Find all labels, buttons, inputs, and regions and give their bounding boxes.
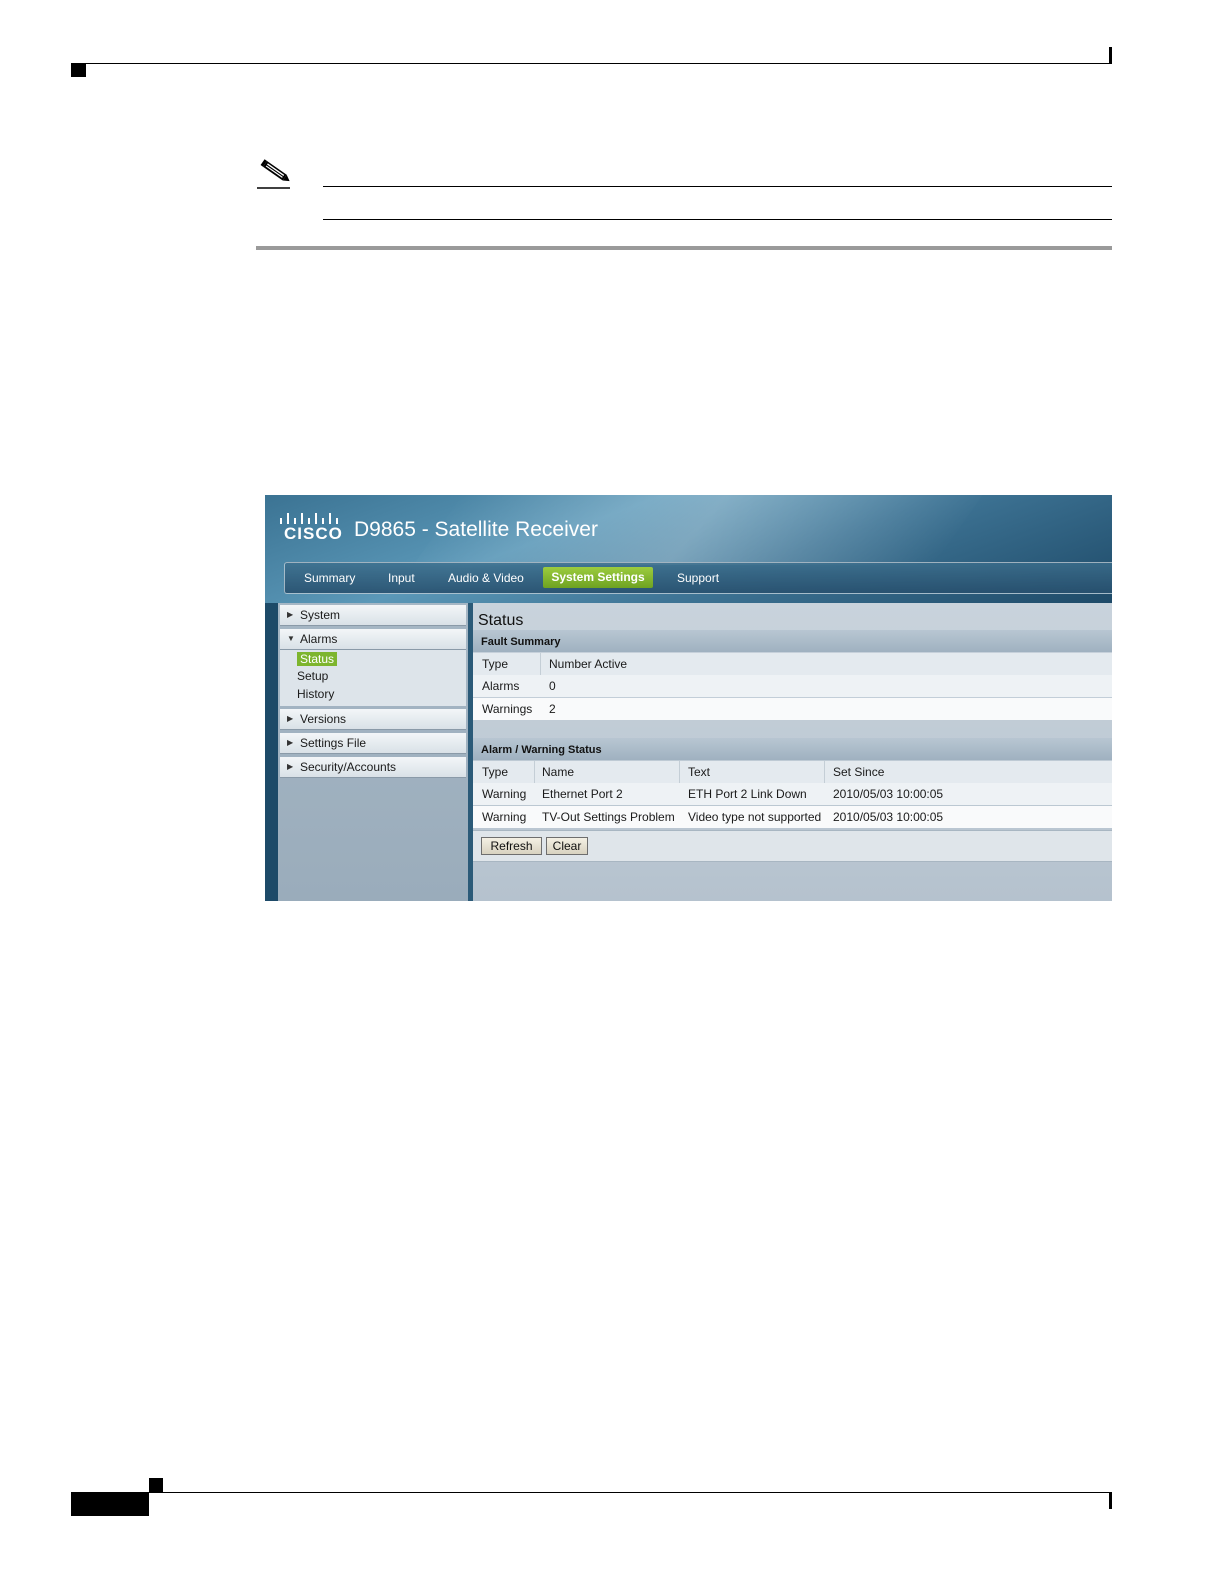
footer-block: [71, 1493, 149, 1516]
sidebar-item-label: Settings File: [300, 736, 367, 750]
header-rule: [71, 63, 1112, 64]
alarm-status-header: Alarm / Warning Status: [473, 738, 1112, 760]
app-banner: CISCO D9865 - Satellite Receiver Summary…: [265, 495, 1112, 603]
sidebar-item-security-accounts[interactable]: ▶ Security/Accounts: [280, 757, 466, 778]
chevron-down-icon: ▼: [287, 634, 295, 643]
page-title: Status: [478, 612, 524, 629]
chevron-right-icon: ▶: [287, 762, 294, 771]
sidebar-item-label: Alarms: [300, 632, 338, 646]
table-cell: 2010/05/03 10:00:05: [833, 810, 944, 824]
sidebar-item-versions[interactable]: ▶ Versions: [280, 709, 466, 730]
chevron-right-icon: ▶: [287, 610, 294, 619]
fault-summary-header: Fault Summary: [473, 630, 1112, 652]
main-panel: Status Fault Summary Type Number Active …: [473, 603, 1112, 901]
sidebar-item-system[interactable]: ▶ System: [280, 605, 466, 626]
submenu-item-setup[interactable]: Setup: [297, 669, 328, 683]
tab-support[interactable]: Support: [677, 571, 719, 585]
footer-rule: [71, 1492, 1112, 1493]
column-header: Type: [482, 765, 509, 779]
table-cell: 2: [549, 702, 556, 716]
table-cell: Alarms: [482, 679, 520, 693]
note-top-rule: [323, 186, 1112, 187]
tab-audio-video[interactable]: Audio & Video: [448, 571, 524, 585]
button-bar: Refresh Clear: [473, 830, 1112, 862]
table-cell: TV-Out Settings Problem: [542, 810, 675, 824]
submenu-item-status[interactable]: Status: [297, 652, 338, 666]
receiver-screenshot: CISCO D9865 - Satellite Receiver Summary…: [265, 495, 1112, 901]
section-divider: [256, 246, 1112, 250]
sidebar: ▶ System ▼ Alarms Status Setup History ▶…: [278, 603, 468, 901]
column-header: Name: [542, 765, 575, 779]
app-title: D9865 - Satellite Receiver: [354, 518, 598, 541]
tab-input[interactable]: Input: [388, 571, 415, 585]
sidebar-item-label: System: [300, 608, 341, 622]
left-edge: [265, 603, 278, 901]
note-bottom-rule: [323, 219, 1112, 220]
table-cell: Ethernet Port 2: [542, 787, 623, 801]
header-tick: [1109, 47, 1112, 64]
table-row: Alarms 0: [473, 675, 1112, 697]
sidebar-item-label: Security/Accounts: [300, 760, 397, 774]
table-cell: 0: [549, 679, 556, 693]
table-cell: Warnings: [482, 702, 533, 716]
sidebar-item-settings-file[interactable]: ▶ Settings File: [280, 733, 466, 754]
pencil-note-icon: [257, 159, 290, 189]
column-header: Type: [482, 657, 509, 671]
chevron-right-icon: ▶: [287, 714, 294, 723]
chevron-right-icon: ▶: [287, 738, 294, 747]
cisco-wordmark: CISCO: [284, 524, 343, 543]
tab-system-settings[interactable]: System Settings: [543, 567, 653, 588]
column-header: Text: [688, 765, 711, 779]
sidebar-item-label: Versions: [300, 712, 347, 726]
alarm-status-head-row: Type Name Text Set Since: [473, 761, 1112, 783]
main-nav: Summary Input Audio & Video System Setti…: [284, 562, 1112, 594]
clear-button[interactable]: Clear: [546, 837, 588, 855]
refresh-button[interactable]: Refresh: [481, 837, 542, 855]
alarms-submenu: Status Setup History: [280, 650, 466, 706]
table-row: Warning TV-Out Settings Problem Video ty…: [473, 806, 1112, 828]
header-marker: [71, 64, 86, 77]
footer-marker: [149, 1478, 163, 1492]
footer-tick: [1109, 1493, 1112, 1509]
table-cell: Warning: [482, 810, 527, 824]
table-cell: ETH Port 2 Link Down: [688, 787, 807, 801]
table-row: Warning Ethernet Port 2 ETH Port 2 Link …: [473, 783, 1112, 805]
tab-summary[interactable]: Summary: [304, 571, 355, 585]
sidebar-item-alarms[interactable]: ▼ Alarms: [280, 629, 466, 650]
submenu-item-history[interactable]: History: [297, 687, 334, 701]
table-row: Warnings 2: [473, 698, 1112, 720]
fault-summary-head-row: Type Number Active: [473, 653, 1112, 675]
table-cell: Warning: [482, 787, 527, 801]
table-cell: 2010/05/03 10:00:05: [833, 787, 944, 801]
column-header: Number Active: [549, 657, 628, 671]
column-header: Set Since: [833, 765, 885, 779]
table-cell: Video type not supported: [688, 810, 822, 824]
